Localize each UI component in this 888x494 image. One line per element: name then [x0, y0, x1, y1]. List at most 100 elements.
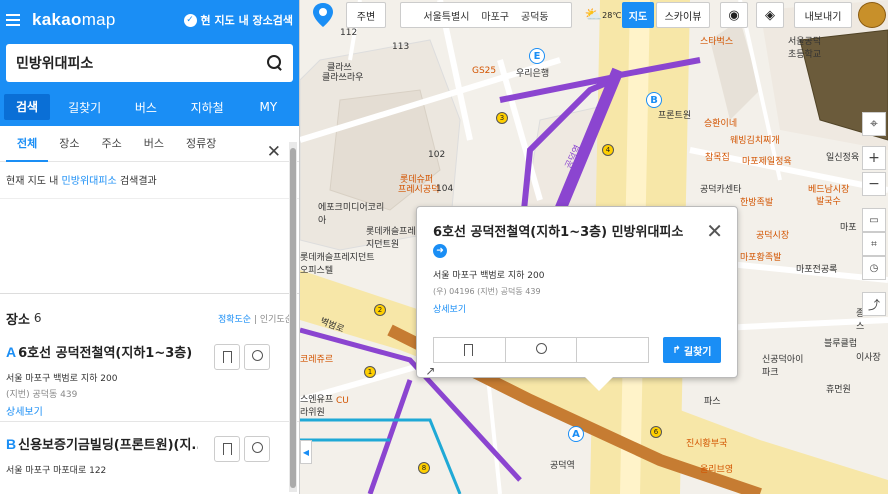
map-poi-label[interactable]: 발국수	[816, 194, 841, 207]
map-poi-label[interactable]: GS25	[472, 66, 496, 76]
main-nav-tabs: 검색 길찾기 버스 지하철 MY	[0, 88, 299, 126]
sidebar-scrollbar[interactable]	[289, 142, 297, 492]
map-poi-label[interactable]: 마포황족발	[740, 250, 781, 263]
place-name[interactable]: A 6호선 공덕전철역(지하1~3층) ...	[6, 342, 198, 361]
list-item[interactable]: B 신용보증기금빌딩(프론트원)(지... 서울 마포구 마포대로 122	[0, 422, 299, 494]
nearby-button[interactable]: 주변	[346, 2, 386, 28]
search-input[interactable]	[16, 55, 267, 71]
distance-icon[interactable]: ▭	[862, 208, 886, 232]
tab-directions[interactable]: 길찾기	[54, 99, 115, 116]
roadview-icon[interactable]: ◉	[720, 2, 748, 28]
map-poi-label[interactable]: 파스	[704, 394, 721, 407]
popup-title[interactable]: 6호선 공덕전철역(지하1~3층) 민방위대피소	[433, 221, 721, 240]
exit-1-icon[interactable]: 1	[364, 366, 376, 378]
popup-share-button[interactable]: ↗	[425, 338, 648, 378]
filter-all[interactable]: 전체	[6, 126, 49, 162]
zoom-out-icon[interactable]: −	[862, 172, 886, 196]
share-location-button[interactable]	[244, 344, 270, 370]
map-poi-label[interactable]: 승환이네	[704, 116, 737, 129]
marker-e[interactable]: E	[529, 48, 545, 64]
map-poi-label[interactable]: 스엔유프라위원	[300, 392, 334, 418]
map-poi-label[interactable]: 에포크미디어코리아	[318, 200, 388, 226]
map-poi-label[interactable]: CU	[336, 396, 349, 406]
popup-bookmark-button[interactable]	[434, 338, 506, 362]
map-poi-label[interactable]: 웨빙김치찌개	[730, 133, 780, 146]
filter-stop[interactable]: 정류장	[175, 126, 227, 162]
exit-8-icon[interactable]: 8	[418, 462, 430, 474]
tab-search[interactable]: 검색	[4, 94, 50, 120]
area-icon[interactable]: ⌗	[862, 232, 886, 256]
share-map-icon[interactable]: ⤴	[862, 292, 886, 316]
map-poi-label[interactable]: 마포전공록	[796, 262, 837, 275]
tab-my[interactable]: MY	[238, 100, 299, 114]
filter-bus[interactable]: 버스	[133, 126, 175, 162]
popup-detail-link[interactable]: 상세보기	[433, 302, 721, 315]
map-poi-label[interactable]: 클라쓰라우	[322, 70, 363, 83]
loc-city[interactable]: 서울특별시	[423, 8, 469, 23]
sort-accuracy[interactable]: 정확도순	[218, 315, 251, 325]
map-view-button[interactable]: 지도	[622, 2, 654, 28]
exit-6-icon[interactable]: 6	[650, 426, 662, 438]
loc-district[interactable]: 마포구	[481, 8, 509, 23]
map-poi-label[interactable]: 롯데캐슬프레지던트원	[366, 224, 420, 250]
exit-3-icon[interactable]: 3	[496, 112, 508, 124]
bookmark-button[interactable]	[214, 436, 240, 462]
search-in-current-map-toggle[interactable]: ✓ 현 지도 내 장소검색	[183, 12, 293, 28]
marker-a[interactable]: A	[568, 426, 584, 442]
map-poi-label[interactable]: 공덕카센타	[700, 182, 741, 195]
map-station-label[interactable]: 공덕역	[550, 458, 575, 471]
avatar[interactable]	[858, 2, 886, 28]
exit-4-icon[interactable]: 4	[602, 144, 614, 156]
route-button[interactable]: ↱ 길찾기	[663, 337, 721, 363]
popup-pin-button[interactable]	[506, 338, 578, 362]
map-poi-label[interactable]: 스타벅스	[700, 34, 733, 47]
marker-b[interactable]: B	[646, 92, 662, 108]
radius-icon[interactable]: ◷	[862, 256, 886, 280]
exit-2-icon[interactable]: 2	[374, 304, 386, 316]
search-icon[interactable]	[267, 55, 283, 71]
share-location-button[interactable]	[244, 436, 270, 462]
tab-bus[interactable]: 버스	[115, 99, 176, 116]
collapse-sidebar-icon[interactable]: ◀	[300, 440, 312, 464]
arrow-right-icon[interactable]: ➜	[433, 244, 447, 258]
map-poi-label[interactable]: 프론트원	[658, 108, 691, 121]
map-poi-label[interactable]: 코레쥬르	[300, 352, 333, 365]
current-location-breadcrumb[interactable]: 서울특별시 마포구 공덕동	[400, 2, 572, 28]
export-button[interactable]: 내보내기	[794, 2, 852, 28]
kakaomap-logo[interactable]: kakaomap	[32, 10, 116, 30]
map-poi-label[interactable]: 공덕시장	[756, 228, 789, 241]
map-poi-label[interactable]: 프레시공덕	[398, 182, 439, 195]
map-poi-label[interactable]: 마포제일정육	[742, 154, 792, 167]
hamburger-menu-icon[interactable]	[6, 14, 22, 26]
map-poi-label[interactable]: 이사장	[856, 350, 881, 363]
close-icon[interactable]: ✕	[267, 134, 281, 170]
place-name[interactable]: B 신용보증기금빌딩(프론트원)(지...	[6, 434, 198, 453]
map-poi-label[interactable]: 올리브영	[700, 462, 733, 475]
weather-widget[interactable]: ⛅ 28℃	[584, 2, 622, 28]
map-poi-label[interactable]: 블루클럽	[824, 336, 857, 349]
skyview-button[interactable]: 스카이뷰	[656, 2, 710, 28]
map-poi-label[interactable]: 우리은행	[516, 66, 549, 79]
map-poi-label[interactable]: 롯데캐슬프레지던트오피스텔	[300, 250, 380, 276]
zoom-in-icon[interactable]: +	[862, 146, 886, 170]
map-poi-label[interactable]: 휴먼원	[826, 382, 851, 395]
detail-link[interactable]: 상세보기	[6, 403, 293, 418]
loc-dong[interactable]: 공덕동	[521, 8, 549, 23]
layers-icon[interactable]: ◈	[756, 2, 784, 28]
map-poi-label[interactable]: 마포	[840, 220, 857, 233]
map-poi-label[interactable]: 참목집	[705, 150, 730, 163]
tab-subway[interactable]: 지하철	[177, 99, 238, 116]
map-canvas[interactable]: 클라쓰 클라쓰라우 GS25 우리은행 프론트원 스타벅스 서울공덕초등학교 승…	[300, 0, 888, 494]
list-item[interactable]: A 6호선 공덕전철역(지하1~3층) ... 서울 마포구 백범로 지하 200…	[0, 330, 299, 422]
filter-address[interactable]: 주소	[91, 126, 133, 162]
current-location-icon[interactable]: ⌖	[862, 112, 886, 136]
map-poi-label[interactable]: 서울공덕초등학교	[788, 34, 828, 60]
map-poi-label[interactable]: 일신정육	[826, 150, 859, 163]
map-poi-label[interactable]: 한방족발	[740, 195, 773, 208]
bookmark-button[interactable]	[214, 344, 240, 370]
close-icon[interactable]: ✕	[706, 219, 723, 243]
map-poi-label[interactable]: 진시황부국	[686, 436, 727, 449]
filter-place[interactable]: 장소	[48, 126, 90, 162]
map-poi-label[interactable]: 신공덕아이파크	[762, 352, 806, 378]
my-location-pin-icon[interactable]	[308, 2, 338, 28]
